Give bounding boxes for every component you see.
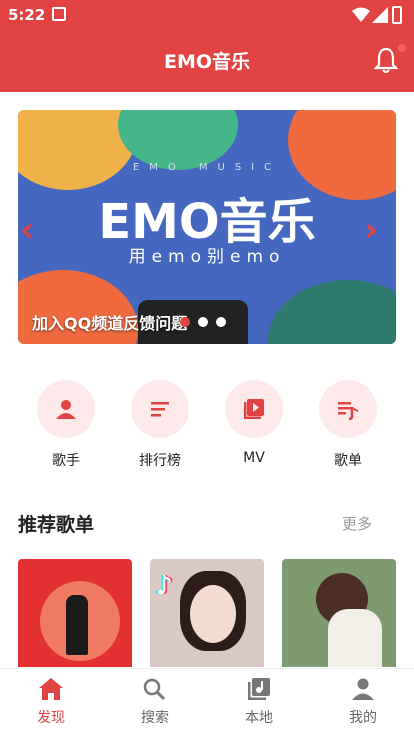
status-bar: 5:22: [0, 0, 414, 30]
nav-discover[interactable]: 发现: [16, 677, 86, 727]
carousel-dot[interactable]: [180, 317, 190, 327]
search-icon: [143, 678, 166, 701]
local-music-icon: [248, 678, 270, 700]
quick-action-label: MV: [243, 450, 265, 466]
app-header: 5:22 EMO音乐: [0, 0, 414, 92]
person-icon: [37, 380, 95, 438]
wifi-icon: [352, 7, 370, 22]
nav-label: 发现: [37, 710, 65, 726]
carousel-dots[interactable]: [180, 317, 226, 327]
playlist-card[interactable]: [18, 559, 132, 667]
banner-prev-arrow-icon[interactable]: ‹: [20, 210, 34, 250]
banner-slogan: 用emo别emo: [128, 247, 286, 267]
banner-carousel[interactable]: EMO MUSIC EMO音乐 用emo别emo 加入QQ频道反馈问题 ‹ ›: [18, 110, 396, 344]
nav-profile[interactable]: 我的: [328, 677, 398, 727]
signal-icon: [372, 7, 388, 23]
quick-action-label: 排行榜: [139, 453, 181, 469]
quick-action-label: 歌单: [334, 453, 362, 469]
page-title: EMO音乐: [163, 51, 251, 73]
carousel-dot[interactable]: [216, 317, 226, 327]
quick-action-label: 歌手: [52, 453, 80, 469]
quick-action-playlist[interactable]: 歌单: [308, 380, 388, 470]
battery-icon: [392, 6, 402, 24]
status-time: 5:22: [8, 6, 46, 24]
playlist-row: ♪: [18, 559, 396, 667]
nav-label: 搜索: [141, 710, 169, 726]
nav-search[interactable]: 搜索: [120, 677, 190, 727]
playlist-card[interactable]: ♪: [150, 559, 264, 667]
app-notification-icon: [52, 7, 66, 21]
home-icon: [39, 678, 63, 700]
quick-action-mv[interactable]: MV: [214, 380, 294, 466]
notification-bell-icon[interactable]: [374, 46, 398, 74]
section-title: 推荐歌单: [18, 514, 95, 536]
video-icon: [225, 380, 283, 438]
quick-action-ranking[interactable]: 排行榜: [120, 380, 200, 470]
nav-local[interactable]: 本地: [224, 677, 294, 727]
notification-badge: [398, 44, 406, 52]
playlist-card[interactable]: [282, 559, 396, 667]
tiktok-logo-icon: ♪: [156, 571, 173, 601]
playlist-icon: [319, 380, 377, 438]
nav-label: 本地: [245, 710, 273, 726]
ranking-list-icon: [131, 380, 189, 438]
nav-label: 我的: [349, 710, 377, 726]
profile-icon: [352, 678, 374, 700]
more-link[interactable]: 更多: [342, 513, 372, 534]
quick-actions: 歌手 排行榜 MV 歌单: [0, 380, 414, 470]
carousel-dot[interactable]: [198, 317, 208, 327]
banner-next-arrow-icon[interactable]: ›: [364, 210, 378, 250]
banner-caption: 加入QQ频道反馈问题: [32, 314, 188, 333]
quick-action-singer[interactable]: 歌手: [26, 380, 106, 470]
banner-subtitle: EMO MUSIC: [132, 162, 282, 173]
bottom-navigation: 发现 搜索 本地 我的: [0, 668, 414, 737]
